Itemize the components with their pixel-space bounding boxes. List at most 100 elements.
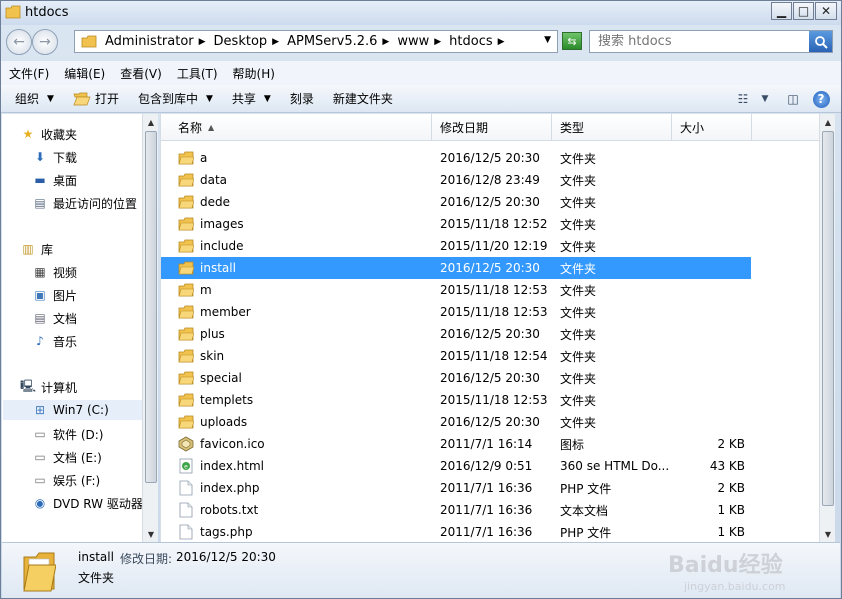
file-row[interactable]: tags.php 2011/7/1 16:36 PHP 文件 1 KB — [161, 521, 751, 543]
chevron-right-icon[interactable]: ▶ — [272, 37, 279, 47]
details-item-type: 文件夹 — [78, 571, 115, 585]
file-name: a — [200, 151, 208, 165]
nav-desktop[interactable]: ▬ 桌面 — [32, 170, 77, 190]
file-row[interactable]: plus 2016/12/5 20:30 文件夹 — [161, 323, 751, 345]
video-icon: ▦ — [34, 265, 46, 279]
file-type: 文件夹 — [560, 195, 597, 210]
nav-drive-d[interactable]: ▭ 软件 (D:) — [32, 424, 103, 444]
back-button[interactable]: ← — [6, 29, 32, 55]
details-item-name: install — [78, 550, 114, 564]
file-type: 文件夹 — [560, 239, 597, 254]
file-name: data — [200, 173, 228, 187]
nav-scrollbar[interactable]: ▲ ▼ — [142, 114, 158, 542]
nav-computer[interactable]: 🖳 计算机 — [20, 377, 77, 397]
menu-view[interactable]: 查看(V) — [120, 65, 162, 82]
file-row[interactable]: m 2015/11/18 12:53 文件夹 — [161, 279, 751, 301]
breadcrumb-apmserv[interactable]: APMServ5.2.6 ▶ — [287, 34, 389, 49]
nav-drive-e[interactable]: ▭ 文档 (E:) — [32, 447, 101, 467]
file-row[interactable]: install 2016/12/5 20:30 文件夹 — [161, 257, 751, 279]
navigation-row: ← → Administrator ▶ Desktop ▶ APMServ5.2.6… — [1, 25, 841, 61]
scroll-thumb[interactable] — [145, 131, 157, 483]
search-box — [589, 30, 833, 53]
view-options-icon[interactable]: ☷ — [733, 90, 753, 108]
nav-videos[interactable]: ▦ 视频 — [32, 262, 77, 282]
column-date[interactable]: 修改日期 — [432, 114, 552, 141]
column-name[interactable]: 名称 ▲ — [161, 114, 432, 141]
file-list-pane: 名称 ▲ 修改日期 类型 大小 a 2016/12/5 20:30 文件夹 data 20… — [160, 114, 835, 543]
preview-pane-icon[interactable]: ◫ — [783, 90, 803, 108]
nav-drive-c[interactable]: ⊞ Win7 (C:) — [3, 400, 142, 420]
nav-recent-places[interactable]: ▤ 最近访问的位置 — [32, 193, 137, 213]
file-row[interactable]: member 2015/11/18 12:53 文件夹 — [161, 301, 751, 323]
file-row[interactable]: robots.txt 2011/7/1 16:36 文本文档 1 KB — [161, 499, 751, 521]
file-row[interactable]: data 2016/12/8 23:49 文件夹 — [161, 169, 751, 191]
nav-favorites[interactable]: ★ 收藏夹 — [20, 124, 77, 144]
maximize-button[interactable]: □ — [793, 2, 814, 20]
menu-help[interactable]: 帮助(H) — [233, 65, 275, 82]
file-type: 文件夹 — [560, 415, 597, 430]
file-scrollbar[interactable]: ▲ ▼ — [819, 114, 835, 542]
refresh-button[interactable]: ⇆ — [562, 32, 582, 50]
file-row[interactable]: skin 2015/11/18 12:54 文件夹 — [161, 345, 751, 367]
scroll-down-icon[interactable]: ▼ — [143, 526, 159, 542]
chevron-down-icon: ▼ — [47, 93, 54, 104]
sort-up-icon: ▲ — [208, 123, 215, 132]
nav-documents[interactable]: ▤ 文档 — [32, 308, 77, 328]
nav-dvd-drive[interactable]: ◉ DVD RW 驱动器 — [32, 493, 143, 513]
file-name: index.php — [200, 481, 260, 495]
file-name: images — [200, 217, 244, 231]
file-row[interactable]: e index.html 2016/12/9 0:51 360 se HTML Do.… — [161, 455, 751, 477]
file-row[interactable]: dede 2016/12/5 20:30 文件夹 — [161, 191, 751, 213]
file-date: 2015/11/18 12:52 — [440, 217, 548, 231]
column-size[interactable]: 大小 — [672, 114, 752, 141]
include-in-library-button[interactable]: 包含到库中 ▼ — [138, 90, 213, 107]
scroll-up-icon[interactable]: ▲ — [820, 114, 836, 130]
chevron-right-icon[interactable]: ▶ — [434, 37, 441, 47]
menu-edit[interactable]: 编辑(E) — [64, 65, 105, 82]
file-date: 2016/12/5 20:30 — [440, 195, 540, 209]
chevron-right-icon[interactable]: ▶ — [498, 37, 505, 47]
organize-button[interactable]: 组织 ▼ — [15, 90, 54, 107]
scroll-down-icon[interactable]: ▼ — [820, 526, 836, 542]
chevron-right-icon[interactable]: ▶ — [199, 37, 206, 47]
scroll-thumb[interactable] — [822, 131, 834, 506]
breadcrumb-htdocs[interactable]: htdocs ▶ — [449, 34, 504, 49]
nav-drive-f[interactable]: ▭ 娱乐 (F:) — [32, 470, 100, 490]
file-row[interactable]: favicon.ico 2011/7/1 16:14 图标 2 KB — [161, 433, 751, 455]
nav-libraries[interactable]: ▥ 库 — [20, 239, 53, 259]
share-button[interactable]: 共享 ▼ — [232, 90, 271, 107]
scroll-up-icon[interactable]: ▲ — [143, 114, 159, 130]
file-row[interactable]: include 2015/11/20 12:19 文件夹 — [161, 235, 751, 257]
column-type[interactable]: 类型 — [552, 114, 672, 141]
nav-pictures[interactable]: ▣ 图片 — [32, 285, 77, 305]
forward-button[interactable]: → — [32, 29, 58, 55]
address-bar[interactable]: Administrator ▶ Desktop ▶ APMServ5.2.6 ▶ ww… — [74, 30, 558, 53]
search-input[interactable] — [590, 34, 800, 49]
file-row[interactable]: uploads 2016/12/5 20:30 文件夹 — [161, 411, 751, 433]
open-button[interactable]: 打开 — [73, 90, 119, 107]
chevron-down-icon[interactable]: ▼ — [544, 35, 551, 45]
file-row[interactable]: templets 2015/11/18 12:53 文件夹 — [161, 389, 751, 411]
breadcrumb-www[interactable]: www ▶ — [397, 34, 441, 49]
new-folder-button[interactable]: 新建文件夹 — [333, 90, 393, 107]
menu-tools[interactable]: 工具(T) — [177, 65, 218, 82]
menu-file[interactable]: 文件(F) — [9, 65, 49, 82]
minimize-button[interactable]: ▁ — [771, 2, 792, 20]
nav-downloads[interactable]: ⬇ 下载 — [32, 147, 77, 167]
chevron-down-icon[interactable]: ▼ — [755, 90, 775, 108]
nav-music[interactable]: ♪ 音乐 — [32, 331, 77, 351]
burn-button[interactable]: 刻录 — [290, 90, 314, 107]
folder-icon — [178, 238, 195, 254]
file-row[interactable]: a 2016/12/5 20:30 文件夹 — [161, 147, 751, 169]
help-button[interactable]: ? — [811, 90, 831, 108]
breadcrumb-desktop[interactable]: Desktop ▶ — [214, 34, 280, 49]
file-row[interactable]: images 2015/11/18 12:52 文件夹 — [161, 213, 751, 235]
file-row[interactable]: index.php 2011/7/1 16:36 PHP 文件 2 KB — [161, 477, 751, 499]
search-button[interactable] — [809, 31, 832, 52]
breadcrumb-administrator[interactable]: Administrator ▶ — [105, 34, 206, 49]
file-row[interactable]: special 2016/12/5 20:30 文件夹 — [161, 367, 751, 389]
file-name: special — [200, 371, 242, 385]
refresh-icon: ⇆ — [567, 34, 577, 48]
chevron-right-icon[interactable]: ▶ — [382, 37, 389, 47]
close-button[interactable]: ✕ — [815, 2, 837, 20]
